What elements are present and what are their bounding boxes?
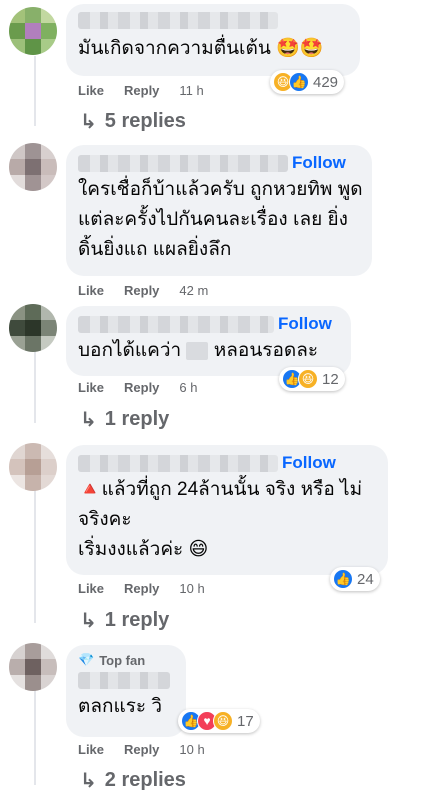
- replies-label: 1 reply: [104, 608, 170, 631]
- view-replies-button[interactable]: ↳ 1 reply: [80, 608, 169, 632]
- reaction-count: 24: [357, 570, 374, 588]
- like-icon: 👍: [333, 569, 353, 589]
- reaction-count: 12: [322, 370, 339, 388]
- reply-arrow-icon: ↳: [80, 407, 97, 431]
- top-fan-badge: 💎 Top fan: [78, 653, 174, 668]
- comment-text: มันเกิดจากความตื่นเต้น 🤩🤩: [78, 38, 324, 59]
- comment-text-part: บอกได้แคว่า: [78, 340, 182, 361]
- like-button[interactable]: Like: [78, 283, 104, 298]
- view-replies-button[interactable]: ↳ 2 replies: [80, 768, 186, 792]
- commenter-name[interactable]: [78, 154, 288, 172]
- reaction-summary[interactable]: 👍 24: [330, 567, 380, 591]
- view-replies-button[interactable]: ↳ 1 reply: [80, 407, 169, 431]
- follow-button[interactable]: Follow: [292, 153, 346, 172]
- timestamp[interactable]: 10 h: [179, 581, 204, 596]
- reaction-summary[interactable]: 👍 ♥ 😆 17: [178, 709, 260, 733]
- reply-button[interactable]: Reply: [124, 581, 159, 596]
- comment-text-part: หลอนรอดละ: [213, 340, 319, 361]
- reply-button[interactable]: Reply: [124, 380, 159, 395]
- avatar[interactable]: [9, 7, 57, 55]
- comment-bubble: มันเกิดจากความตื่นเต้น 🤩🤩: [66, 4, 360, 76]
- commenter-name[interactable]: [78, 672, 170, 690]
- timestamp[interactable]: 11 h: [179, 83, 203, 98]
- thread-line: [34, 348, 36, 423]
- reply-arrow-icon: ↳: [80, 768, 97, 792]
- diamond-icon: 💎: [78, 653, 95, 668]
- thread-line: [34, 490, 36, 623]
- replies-label: 5 replies: [104, 109, 186, 132]
- comment-bubble: Follow 🔺แล้วที่ถูก 24ล้านนั้น จริง หรือ …: [66, 445, 388, 575]
- haha-icon: 😆: [213, 711, 233, 731]
- avatar[interactable]: [9, 643, 57, 691]
- comment-bubble: Follow บอกได้แคว่า หลอนรอดละ: [66, 306, 351, 376]
- comment-actions: Like Reply 10 h: [78, 581, 205, 596]
- reply-button[interactable]: Reply: [124, 283, 159, 298]
- like-button[interactable]: Like: [78, 581, 104, 596]
- like-button[interactable]: Like: [78, 742, 104, 757]
- reaction-summary[interactable]: 😆 👍 429: [270, 70, 345, 94]
- timestamp[interactable]: 10 h: [179, 742, 204, 757]
- like-button[interactable]: Like: [78, 83, 104, 98]
- reaction-summary[interactable]: 👍 😆 12: [279, 367, 345, 391]
- replies-label: 1 reply: [104, 407, 170, 430]
- replies-label: 2 replies: [104, 768, 186, 791]
- thread-line: [34, 56, 36, 126]
- comment-actions: Like Reply 11 h: [78, 83, 204, 98]
- reply-button[interactable]: Reply: [124, 83, 159, 98]
- comment-text: บอกได้แคว่า หลอนรอดละ: [78, 336, 339, 366]
- follow-button[interactable]: Follow: [282, 453, 336, 472]
- comment-text: 🔺แล้วที่ถูก 24ล้านนั้น จริง หรือ ไม่จริง…: [78, 479, 363, 530]
- avatar[interactable]: [9, 304, 57, 352]
- like-icon: 👍: [289, 72, 309, 92]
- badge-label: Top fan: [99, 653, 146, 668]
- reply-arrow-icon: ↳: [80, 109, 97, 133]
- comment-text: เริ่มงงแล้วค่ะ 😄: [78, 539, 209, 560]
- reply-arrow-icon: ↳: [80, 608, 97, 632]
- commenter-name[interactable]: [78, 315, 274, 333]
- redacted-word: [186, 341, 209, 360]
- like-button[interactable]: Like: [78, 380, 104, 395]
- haha-icon: 😆: [298, 369, 318, 389]
- avatar[interactable]: [9, 143, 57, 191]
- comment-bubble: Follow ใครเชื่อก็บ้าแล้วครับ ถูกหวยทิพ พ…: [66, 145, 372, 276]
- commenter-name[interactable]: [78, 12, 278, 30]
- reaction-count: 17: [237, 712, 254, 730]
- thread-line: [34, 690, 36, 785]
- view-replies-button[interactable]: ↳ 5 replies: [80, 109, 186, 133]
- comment-actions: Like Reply 6 h: [78, 380, 198, 395]
- timestamp[interactable]: 6 h: [179, 380, 197, 395]
- reaction-count: 429: [313, 73, 339, 91]
- timestamp[interactable]: 42 m: [179, 283, 208, 298]
- comment-bubble: 💎 Top fan ตลกแระ วิ: [66, 645, 186, 737]
- comment-actions: Like Reply 42 m: [78, 283, 208, 298]
- commenter-name[interactable]: [78, 454, 278, 472]
- reply-button[interactable]: Reply: [124, 742, 159, 757]
- comment-text: ตลกแระ วิ: [78, 696, 163, 717]
- comment-text: ใครเชื่อก็บ้าแล้วครับ ถูกหวยทิพ พูดแต่ละ…: [78, 179, 363, 260]
- comment-actions: Like Reply 10 h: [78, 742, 205, 757]
- follow-button[interactable]: Follow: [278, 314, 332, 333]
- avatar[interactable]: [9, 443, 57, 491]
